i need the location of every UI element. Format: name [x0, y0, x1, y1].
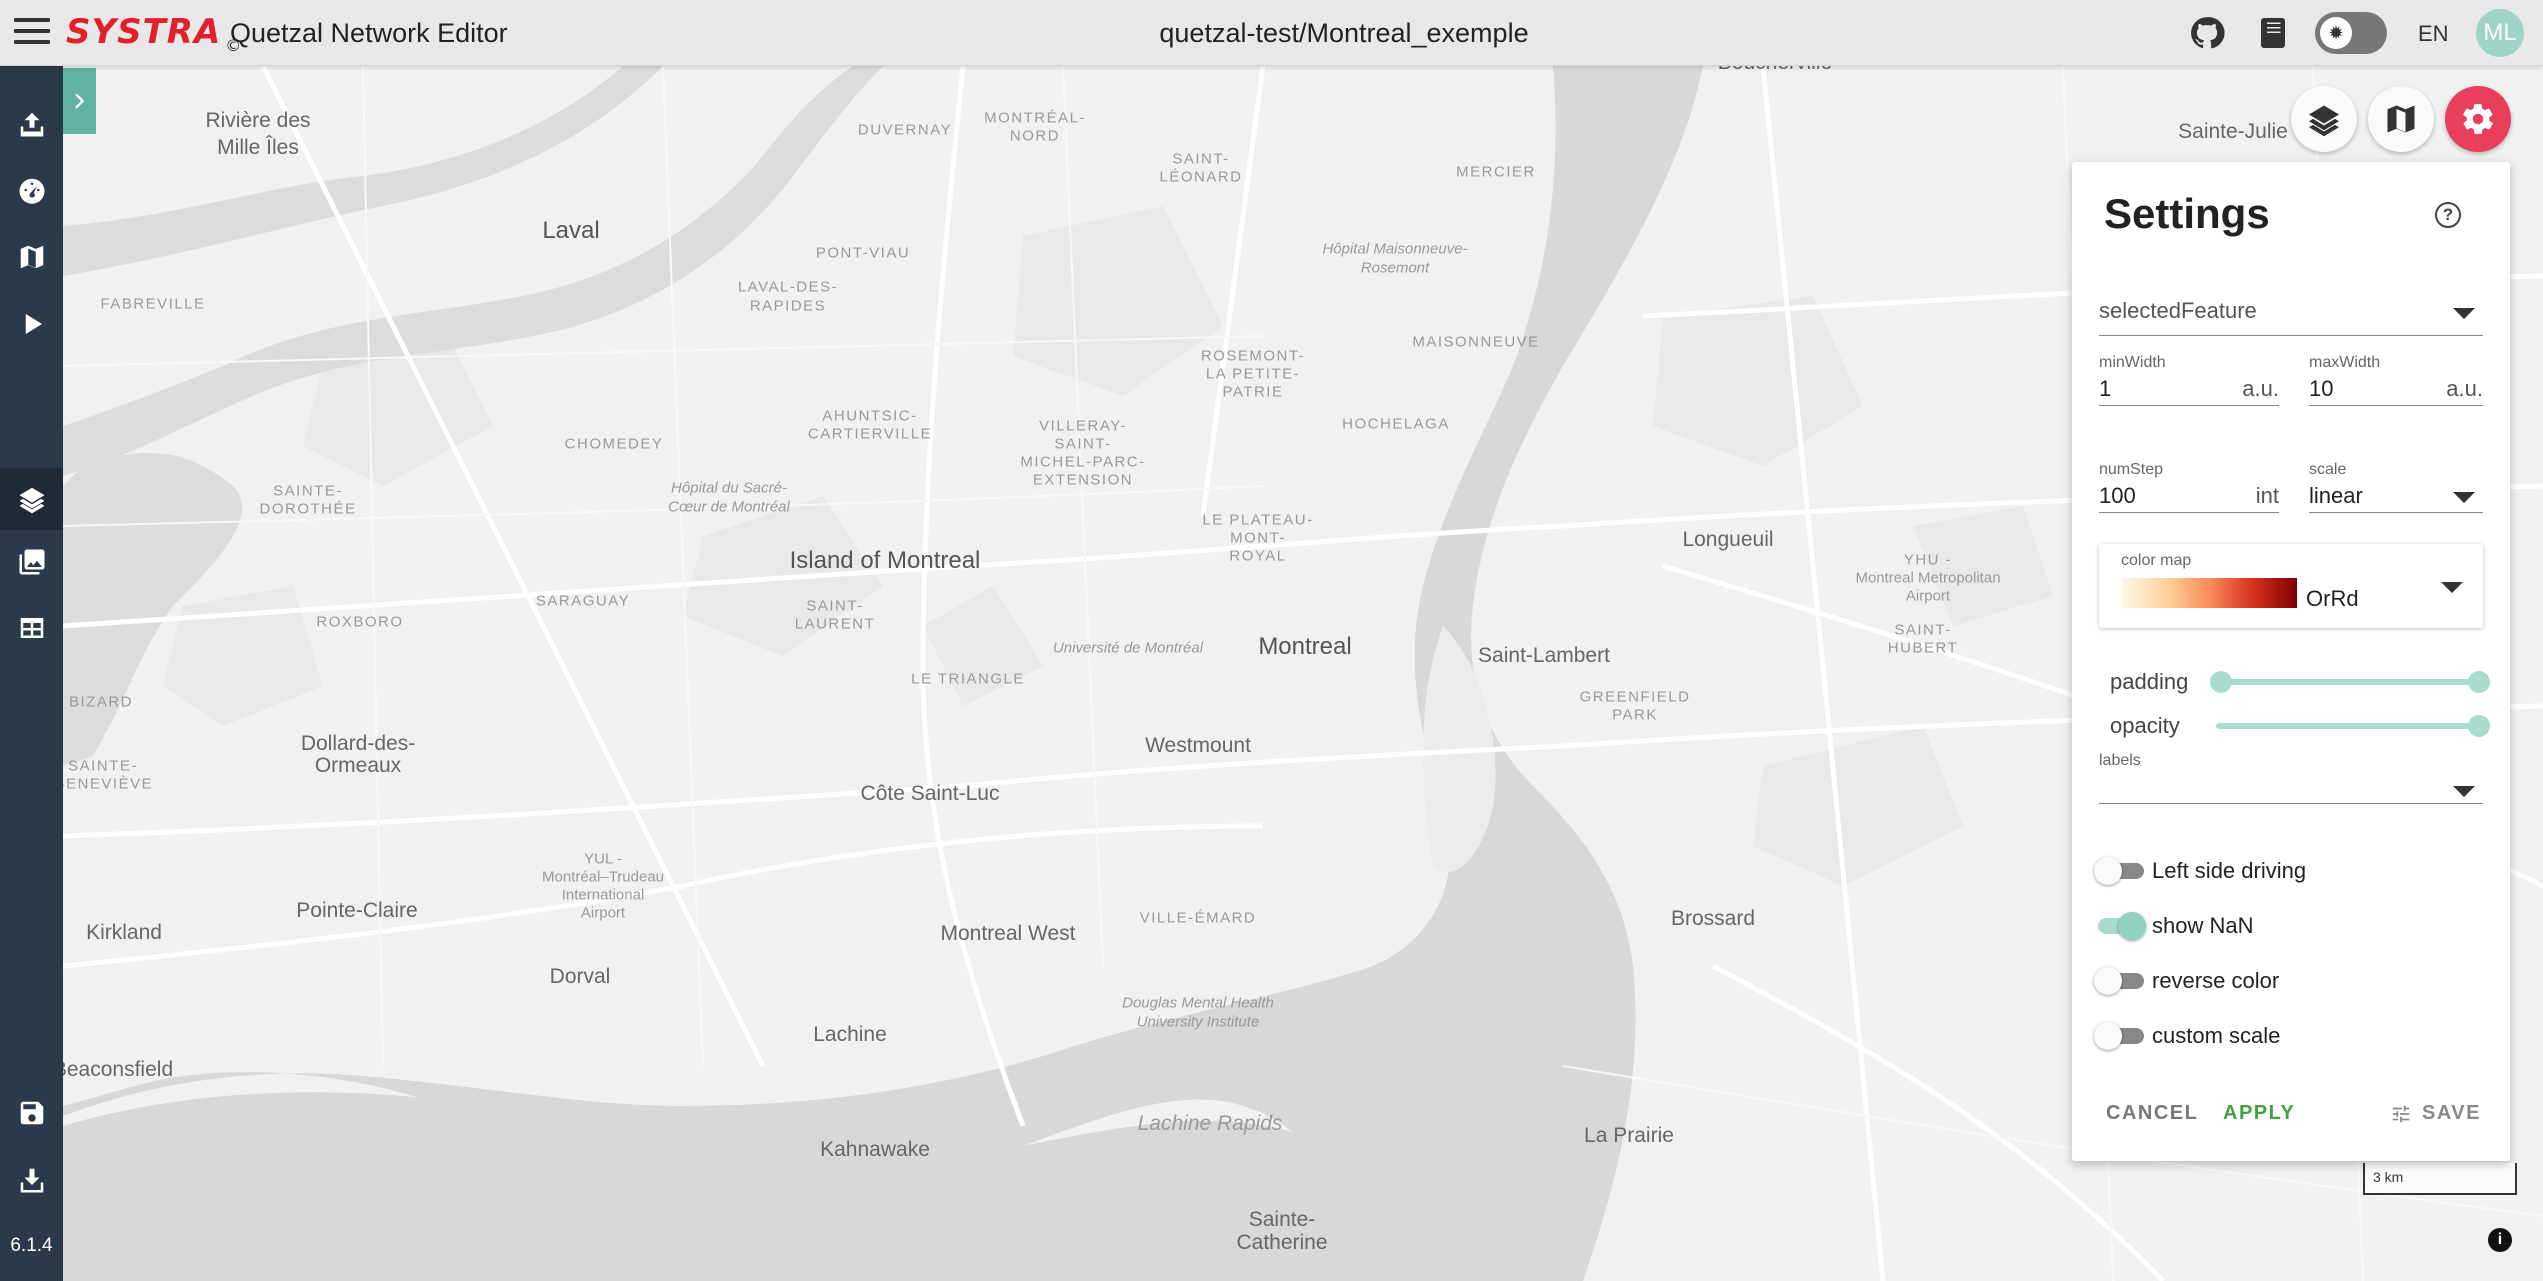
images-icon[interactable]: [0, 534, 63, 590]
avatar[interactable]: ML: [2476, 9, 2524, 57]
labels-label: labels: [2099, 752, 2141, 769]
opacity-handle[interactable]: [2468, 715, 2490, 737]
selected-feature-select[interactable]: selectedFeature: [2099, 292, 2483, 336]
play-icon[interactable]: [0, 296, 63, 352]
reverse-color-toggle[interactable]: reverse color: [2094, 963, 2394, 997]
toggle-knob: [2094, 857, 2122, 885]
chevron-down-icon: [2453, 492, 2475, 503]
opacity-track[interactable]: [2216, 723, 2490, 729]
padding-track[interactable]: [2222, 679, 2490, 685]
show-nan-label: show NaN: [2152, 913, 2254, 938]
color-map-value: OrRd: [2306, 586, 2359, 611]
chevron-down-icon: [2453, 786, 2475, 797]
scale-value: linear: [2309, 483, 2363, 508]
max-width-value: 10: [2309, 376, 2334, 401]
basemap-button[interactable]: [2368, 86, 2434, 152]
settings-title: Settings: [2104, 190, 2270, 237]
padding-max-handle[interactable]: [2468, 671, 2490, 693]
menu-icon[interactable]: [14, 18, 50, 48]
help-icon[interactable]: ?: [2435, 202, 2461, 228]
settings-button[interactable]: [2445, 86, 2511, 152]
cancel-button[interactable]: CANCEL: [2106, 1102, 2198, 1125]
github-icon[interactable]: [2189, 15, 2225, 51]
map-scale: 3 km: [2363, 1163, 2517, 1195]
show-nan-toggle[interactable]: show NaN: [2094, 908, 2394, 942]
table-icon[interactable]: [0, 600, 63, 656]
chevron-down-icon: [2453, 308, 2475, 319]
app-title: Quetzal Network Editor: [230, 18, 508, 48]
layers-icon[interactable]: [0, 468, 63, 530]
max-width-field[interactable]: maxWidth 10 a.u.: [2309, 352, 2483, 406]
opacity-label: opacity: [2110, 713, 2180, 738]
layers-button[interactable]: [2291, 86, 2357, 152]
gear-icon: [2463, 104, 2493, 134]
save-label: SAVE: [2422, 1102, 2481, 1124]
chevron-down-icon: [2441, 582, 2463, 593]
color-map-label: color map: [2121, 552, 2192, 569]
max-width-label: maxWidth: [2309, 354, 2381, 371]
min-width-field[interactable]: minWidth 1 a.u.: [2099, 352, 2279, 406]
min-width-value: 1: [2099, 376, 2112, 401]
app-version: 6.1.4: [10, 1235, 53, 1256]
color-map-select[interactable]: color map OrRd: [2099, 544, 2483, 628]
toggle-knob: [2094, 1022, 2122, 1050]
chevron-right-icon: [74, 93, 84, 109]
tune-icon: [2392, 1105, 2410, 1122]
num-step-field[interactable]: numStep 100 int: [2099, 459, 2279, 513]
save-button[interactable]: SAVE: [2390, 1102, 2481, 1125]
toggle-knob: [2094, 967, 2122, 995]
color-ramp: [2121, 578, 2297, 608]
logo-text: SYSTRA: [66, 12, 222, 52]
num-step-unit: int: [2255, 483, 2279, 508]
reverse-color-label: reverse color: [2152, 968, 2280, 993]
map-icon[interactable]: [0, 229, 63, 285]
download-icon[interactable]: [0, 1152, 63, 1208]
custom-scale-label: custom scale: [2152, 1023, 2281, 1048]
apply-button[interactable]: APPLY: [2223, 1102, 2295, 1125]
toggle-knob: [2118, 912, 2146, 940]
num-step-value: 100: [2099, 483, 2136, 508]
sidebar: 6.1.4: [0, 66, 63, 1281]
opacity-slider[interactable]: opacity: [2110, 710, 2490, 740]
settings-panel: Settings ? selectedFeature minWidth 1 a.…: [2072, 162, 2510, 1161]
systra-logo: SYSTRA ©: [66, 12, 242, 55]
padding-label: padding: [2110, 669, 2189, 694]
left-side-driving-label: Left side driving: [2152, 858, 2307, 883]
max-width-unit: a.u.: [2446, 376, 2483, 401]
labels-select[interactable]: labels: [2099, 750, 2483, 804]
custom-scale-toggle[interactable]: custom scale: [2094, 1018, 2394, 1052]
map-icon: [2387, 105, 2415, 133]
scale-label: scale: [2309, 461, 2347, 478]
selected-feature-value: selectedFeature: [2099, 298, 2257, 323]
left-side-driving-toggle[interactable]: Left side driving: [2094, 853, 2394, 887]
scale-select[interactable]: scale linear: [2309, 459, 2483, 513]
theme-toggle[interactable]: ✹: [2315, 12, 2387, 54]
num-step-label: numStep: [2099, 461, 2164, 478]
theme-toggle-icon: ✹: [2320, 17, 2352, 49]
expand-panel-button[interactable]: [63, 68, 96, 134]
language-selector[interactable]: EN: [2418, 21, 2449, 47]
upload-icon[interactable]: [0, 96, 63, 152]
padding-slider[interactable]: padding: [2110, 666, 2490, 696]
app-header: SYSTRA © Quetzal Network Editor quetzal-t…: [0, 0, 2543, 66]
layers-icon: [2309, 105, 2339, 137]
save-icon[interactable]: [0, 1085, 63, 1141]
min-width-unit: a.u.: [2242, 376, 2279, 401]
dashboard-icon[interactable]: [0, 162, 63, 218]
padding-min-handle[interactable]: [2210, 671, 2232, 693]
info-icon[interactable]: i: [2488, 1228, 2512, 1252]
book-icon[interactable]: [2255, 15, 2291, 51]
min-width-label: minWidth: [2099, 354, 2166, 371]
